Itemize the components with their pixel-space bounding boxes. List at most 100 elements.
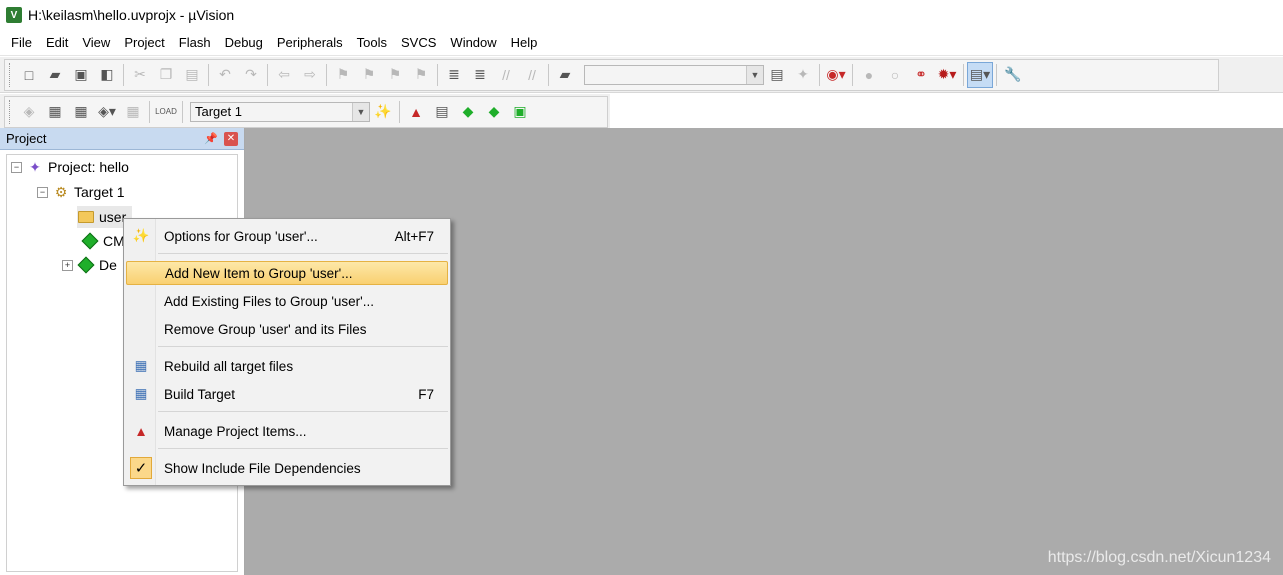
expand-icon[interactable]: + (62, 259, 73, 271)
uncomment-icon[interactable]: // (519, 62, 545, 88)
menu-manage-project-items[interactable]: ▲ Manage Project Items... (126, 419, 448, 443)
pin-icon[interactable]: 📌 (204, 132, 218, 145)
target-options-icon[interactable]: ✨ (370, 99, 396, 125)
paste-icon[interactable]: ▤ (179, 62, 205, 88)
stop-build-icon[interactable]: ▦ (120, 99, 146, 125)
unindent-icon[interactable]: ≣ (467, 62, 493, 88)
menu-build-label: Build Target (164, 386, 236, 402)
target-icon: ⚙ (54, 183, 68, 200)
bookmark-insert-icon[interactable]: ⚑ (330, 62, 356, 88)
menu-rebuild-all[interactable]: ▦ Rebuild all target files (126, 354, 448, 378)
menu-rebuild-label: Rebuild all target files (164, 358, 294, 374)
tree-target-label: Target 1 (74, 184, 125, 200)
toolbar-grip[interactable] (9, 99, 12, 124)
toolbar-separator (208, 63, 209, 86)
menu-flash[interactable]: Flash (172, 32, 218, 54)
menu-bar: File Edit View Project Flash Debug Perip… (0, 30, 1283, 56)
menu-help[interactable]: Help (504, 32, 545, 54)
toolbar-separator (852, 63, 853, 86)
menu-peripherals[interactable]: Peripherals (270, 32, 350, 54)
navigate-forward-icon[interactable]: ⇨ (297, 62, 323, 88)
rebuild-icon[interactable]: ▦ (68, 99, 94, 125)
menu-add-existing-label: Add Existing Files to Group 'user'... (164, 293, 374, 309)
menu-tools[interactable]: Tools (350, 32, 394, 54)
navigate-back-icon[interactable]: ⇦ (271, 62, 297, 88)
menu-edit[interactable]: Edit (39, 32, 75, 54)
build-icon: ▦ (134, 386, 148, 401)
menu-options-for-group[interactable]: ✨ Options for Group 'user'... Alt+F7 (126, 224, 448, 248)
manage-project-items-icon[interactable]: ▲ (403, 99, 429, 125)
tree-project-hello[interactable]: − ✦ Project: hello (11, 156, 129, 178)
menu-show-include-deps[interactable]: ✓ Show Include File Dependencies (126, 456, 448, 480)
breakpoint-disable-icon[interactable]: ○ (882, 62, 908, 88)
save-all-icon[interactable]: ◧ (94, 62, 120, 88)
indent-icon[interactable]: ≣ (441, 62, 467, 88)
menu-add-existing-files[interactable]: Add Existing Files to Group 'user'... (126, 289, 448, 313)
toolbar-separator (149, 100, 150, 123)
menu-file[interactable]: File (4, 32, 39, 54)
menu-build-target[interactable]: ▦ Build Target F7 (126, 382, 448, 406)
breakpoint-kill-icon[interactable]: ⚭ (908, 62, 934, 88)
find-in-files-icon[interactable]: ▰ (552, 62, 578, 88)
tree-item-cm-label: CM (103, 233, 125, 249)
debug-session-icon[interactable]: ◉▾ (823, 62, 849, 88)
menu-remove-group[interactable]: Remove Group 'user' and its Files (126, 317, 448, 341)
menu-project[interactable]: Project (117, 32, 171, 54)
bookmark-prev-icon[interactable]: ⚑ (356, 62, 382, 88)
build-icon[interactable]: ▦ (42, 99, 68, 125)
bookmark-clear-icon[interactable]: ⚑ (408, 62, 434, 88)
tree-target-1[interactable]: − ⚙ Target 1 (37, 181, 125, 203)
new-file-icon[interactable]: □ (16, 62, 42, 88)
redo-icon[interactable]: ↷ (238, 62, 264, 88)
menu-options-label: Options for Group 'user'... (164, 228, 318, 244)
open-file-icon[interactable]: ▰ (42, 62, 68, 88)
toolbar-separator (437, 63, 438, 86)
incremental-find-icon[interactable]: ✦ (790, 62, 816, 88)
translate-icon[interactable]: ◈ (16, 99, 42, 125)
target-select[interactable]: Target 1 ▼ (190, 101, 370, 122)
find-combo[interactable]: ▼ (584, 64, 764, 85)
menu-view[interactable]: View (75, 32, 117, 54)
download-load-icon[interactable]: LOAD (153, 99, 179, 125)
breakpoint-insert-icon[interactable]: ● (856, 62, 882, 88)
select-packs-icon[interactable]: ◆ (481, 99, 507, 125)
file-extensions-icon[interactable]: ▤ (429, 99, 455, 125)
pack-installer-icon[interactable]: ▣ (507, 99, 533, 125)
target-select-value: Target 1 (195, 104, 242, 119)
tree-item-de[interactable]: + De (62, 254, 117, 276)
menu-window[interactable]: Window (443, 32, 503, 54)
comment-icon[interactable]: // (493, 62, 519, 88)
toolbar-separator (267, 63, 268, 86)
menu-separator (158, 346, 448, 347)
bookmark-next-icon[interactable]: ⚑ (382, 62, 408, 88)
undo-icon[interactable]: ↶ (212, 62, 238, 88)
save-icon[interactable]: ▣ (68, 62, 94, 88)
find-icon[interactable]: ▤ (764, 62, 790, 88)
configure-wrench-icon[interactable]: 🔧 (1000, 62, 1026, 88)
menu-build-shortcut: F7 (418, 386, 434, 402)
rebuild-icon: ▦ (134, 358, 148, 373)
file-toolstrip: □ ▰ ▣ ◧ ✂ ❐ ▤ ↶ ↷ ⇦ ⇨ ⚑ ⚑ ⚑ ⚑ ≣ ≣ // // … (4, 58, 1219, 91)
menu-debug[interactable]: Debug (218, 32, 270, 54)
magic-wand-icon: ✨ (132, 228, 150, 243)
window-title: H:\keilasm\hello.uvprojx - µVision (28, 7, 235, 23)
chevron-down-icon[interactable]: ▼ (352, 102, 369, 121)
toolbar-separator (182, 100, 183, 123)
batch-build-icon[interactable]: ◈▾ (94, 99, 120, 125)
window-layout-icon[interactable]: ▤▾ (967, 61, 993, 88)
collapse-icon[interactable]: − (37, 186, 48, 198)
close-icon[interactable]: ✕ (224, 131, 238, 146)
menu-add-new-item[interactable]: Add New Item to Group 'user'... (126, 261, 448, 285)
tree-item-de-label: De (99, 257, 117, 273)
breakpoint-menu-icon[interactable]: ✹▾ (934, 62, 960, 88)
collapse-icon[interactable]: − (11, 161, 22, 173)
menu-svcs[interactable]: SVCS (394, 32, 443, 54)
tree-item-cm[interactable]: CM (81, 230, 125, 252)
manage-project-items-icon: ▲ (134, 423, 148, 439)
chevron-down-icon[interactable]: ▼ (746, 65, 763, 84)
toolbar-grip[interactable] (9, 62, 12, 87)
cut-icon[interactable]: ✂ (127, 62, 153, 88)
manage-run-time-icon[interactable]: ◆ (455, 99, 481, 125)
copy-icon[interactable]: ❐ (153, 62, 179, 88)
build-toolstrip: ◈ ▦ ▦ ◈▾ ▦ LOAD Target 1 ▼ ✨ ▲ ▤ ◆ ◆ ▣ (4, 95, 608, 128)
